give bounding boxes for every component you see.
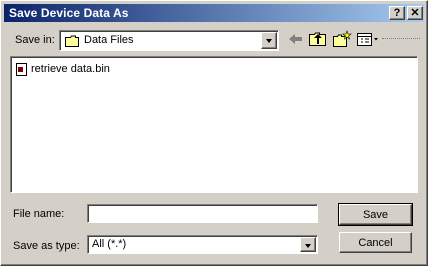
folder-up-icon[interactable]: [308, 30, 328, 50]
close-button[interactable]: ✕: [407, 6, 423, 20]
save-in-value: Data Files: [84, 34, 134, 46]
folder-icon: [65, 35, 79, 47]
save-in-label: Save in:: [15, 34, 55, 46]
view-menu-icon[interactable]: [356, 30, 380, 50]
file-list[interactable]: retrieve data.bin: [10, 56, 418, 193]
save-as-type-label: Save as type:: [13, 240, 80, 252]
new-folder-icon[interactable]: [332, 30, 352, 50]
save-as-type-value: All (*.*): [92, 238, 127, 250]
save-in-combo[interactable]: Data Files: [59, 30, 279, 51]
save-as-type-dropdown-button[interactable]: [300, 237, 316, 252]
toolbar-separator: [382, 38, 420, 39]
save-in-dropdown-button[interactable]: [261, 32, 277, 49]
window-title: Save Device Data As: [9, 6, 129, 20]
cancel-button[interactable]: Cancel: [339, 232, 412, 253]
back-icon[interactable]: [287, 30, 305, 50]
help-button[interactable]: ?: [389, 6, 405, 20]
save-as-type-combo[interactable]: All (*.*): [87, 235, 318, 254]
file-bin-icon: [16, 63, 27, 76]
title-bar[interactable]: Save Device Data As ? ✕: [4, 4, 424, 22]
file-name-label: File name:: [13, 208, 65, 220]
file-item-name: retrieve data.bin: [31, 63, 110, 75]
save-dialog: Save Device Data As ? ✕ Save in: Data Fi…: [0, 0, 428, 266]
cancel-button-label: Cancel: [358, 237, 393, 249]
file-name-input[interactable]: [87, 204, 318, 223]
save-button-label: Save: [362, 209, 389, 221]
save-button[interactable]: Save: [338, 203, 413, 226]
